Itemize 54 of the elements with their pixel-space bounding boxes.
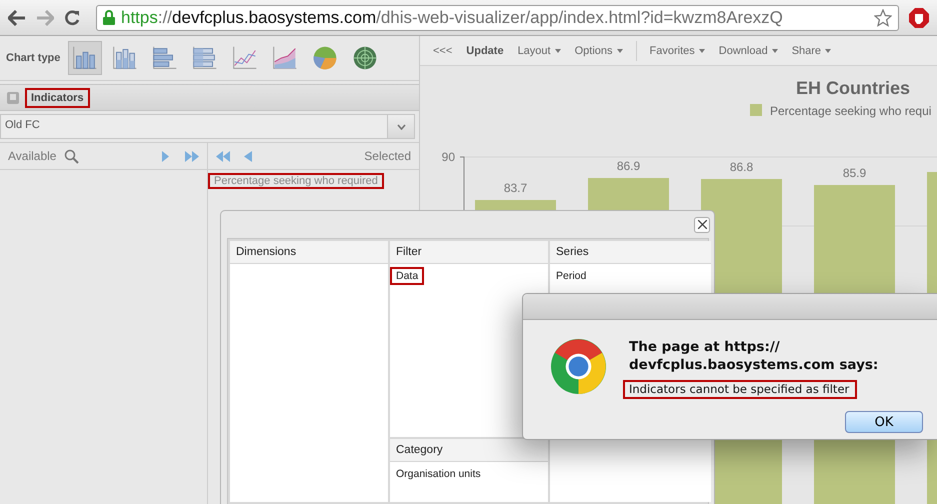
- column-header: Filter: [390, 241, 548, 264]
- chart-title: EH Countries: [796, 78, 910, 98]
- legend-label: Percentage seeking who requi: [770, 104, 932, 118]
- back-icon[interactable]: [8, 10, 26, 26]
- forward-icon[interactable]: [36, 10, 54, 26]
- browser-logo-icon: [550, 338, 607, 395]
- menu-button[interactable]: Options: [568, 40, 630, 62]
- column-header: Series: [550, 241, 711, 264]
- dimension-item[interactable]: Data: [390, 267, 424, 285]
- axis-tick-label: 90: [442, 150, 455, 164]
- stop-sign-icon[interactable]: [909, 8, 929, 28]
- menu-button[interactable]: Favorites: [642, 40, 712, 62]
- selected-label: Selected: [364, 149, 411, 163]
- star-icon[interactable]: [874, 8, 892, 26]
- column-header: Category: [390, 439, 548, 462]
- caret-icon: [616, 48, 623, 52]
- column-chart-icon[interactable]: [68, 41, 102, 75]
- section-title: Indicators: [25, 88, 90, 108]
- reload-icon[interactable]: [64, 10, 80, 26]
- bar-value-label: 85.9: [842, 166, 866, 180]
- close-button[interactable]: [694, 216, 710, 232]
- group-dropdown[interactable]: Old FC: [0, 114, 415, 139]
- alert-message: Indicators cannot be specified as filter: [623, 380, 858, 399]
- address-field[interactable]: https://devfcplus.baosystems.com/dhis-web-visualizer/app/index.html?id=kwzm8ArexzQ: [96, 4, 899, 30]
- caret-icon: [554, 48, 561, 52]
- menu-button[interactable]: Download: [712, 40, 785, 62]
- ok-button[interactable]: OK: [845, 411, 923, 433]
- caret-icon: [698, 48, 705, 52]
- legend-swatch: [750, 104, 762, 116]
- menu-button[interactable]: Layout: [510, 40, 568, 62]
- dimension-item[interactable]: Organisation units: [390, 465, 487, 483]
- menu-button[interactable]: Share: [784, 40, 838, 62]
- caret-icon: [825, 48, 832, 52]
- chart-type-label: Chart type: [6, 52, 62, 64]
- double-left-arrow-icon[interactable]: [216, 150, 230, 162]
- alert-heading: The page at https:// devfcplus.baosystems.com says:: [629, 338, 880, 374]
- bar-value-label: 83.7: [504, 181, 528, 195]
- bar-value-label: 86.9: [616, 159, 640, 173]
- update-button[interactable]: Update: [459, 40, 511, 62]
- lock-icon: [103, 10, 115, 25]
- left-arrow-icon[interactable]: [244, 150, 252, 162]
- panel-icon: [7, 92, 19, 104]
- dimension-item[interactable]: Period: [550, 267, 592, 285]
- close-icon: [698, 220, 706, 229]
- column-header: Dimensions: [230, 241, 388, 264]
- caret-icon: [772, 48, 778, 52]
- collapse-button[interactable]: <<<: [426, 40, 460, 62]
- section-header[interactable]: Indicators: [0, 84, 419, 111]
- caret-icon: [396, 124, 406, 130]
- bar-value-label: 86.8: [730, 160, 754, 174]
- right-arrow-icon[interactable]: [161, 150, 169, 162]
- available-label: Available: [8, 149, 56, 163]
- double-right-arrow-icon[interactable]: [185, 150, 199, 162]
- search-icon[interactable]: [64, 148, 80, 164]
